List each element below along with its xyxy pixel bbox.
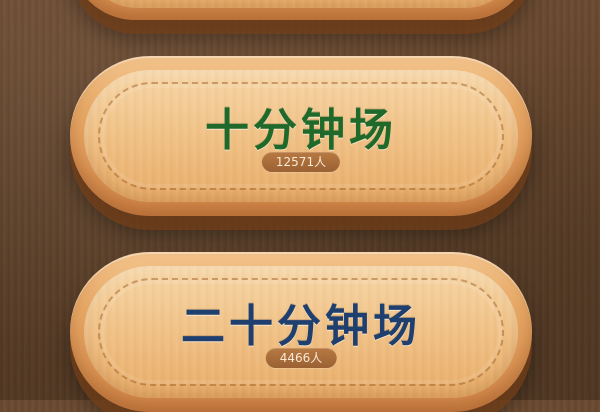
room-button-10min[interactable]: 十分钟场 12571人 (70, 56, 532, 216)
room-button-20min[interactable]: 二十分钟场 4466人 (70, 252, 532, 412)
players-count-badge-20min: 4466人 (265, 348, 337, 368)
players-count-badge-10min: 12571人 (261, 152, 341, 172)
room-button-partial-top[interactable] (70, 0, 532, 20)
room-title-10min: 十分钟场 (205, 105, 397, 156)
room-title-20min: 二十分钟场 (181, 301, 421, 352)
